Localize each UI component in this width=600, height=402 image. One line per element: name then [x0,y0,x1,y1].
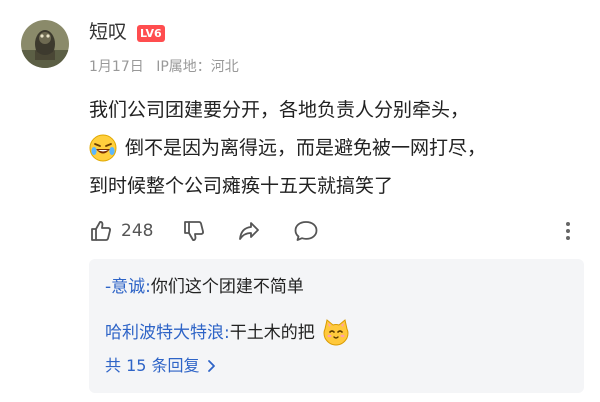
thumbs-down-icon [184,221,204,241]
view-all-replies-label: 共 15 条回复 [105,356,200,375]
action-bar: 248 [89,216,584,246]
avatar[interactable] [21,20,69,68]
more-options-button[interactable] [560,216,576,246]
reply-item[interactable]: 哈利波特大特浪: 干土木的把 [105,318,351,348]
laughing-crying-emoji-icon [89,134,117,162]
reply-text: 你们这个团建不简单 [150,277,304,297]
chevron-right-icon [207,360,215,372]
share-button[interactable] [237,216,261,246]
comment-bubble-icon [294,221,318,241]
ip-location: IP属地：河北 [156,59,239,75]
comment-date: 1月17日 [89,59,144,75]
share-icon [239,222,259,240]
reply-button[interactable] [293,216,319,246]
reply-item[interactable]: -意诚: 你们这个团建不简单 [105,275,304,299]
more-vertical-icon [566,222,570,240]
reply-author[interactable]: -意诚: [105,275,151,299]
level-badge: LV6 [137,25,165,42]
like-count: 248 [121,221,154,241]
cat-emoji-icon [323,319,349,346]
reply-preview-panel: -意诚: 你们这个团建不简单 哈利波特大特浪: 干土木的把 共 15 条回复 [89,259,584,393]
username[interactable]: 短叹 [89,20,127,44]
comment-meta: 1月17日 IP属地：河北 [89,58,247,76]
dislike-button[interactable] [182,216,206,246]
reply-author[interactable]: 哈利波特大特浪: [105,321,230,345]
body-line-text: 倒不是因为离得远，而是避免被一网打尽， [125,137,487,159]
body-line: 到时候整个公司瘫痪十五天就搞笑了 [89,175,394,197]
body-line: 我们公司团建要分开，各地负责人分别牵头， [89,99,470,121]
comment-card: 短叹 LV6 1月17日 IP属地：河北 我们公司团建要分开，各地负责人分别牵头… [0,0,600,402]
comment-body: 我们公司团建要分开，各地负责人分别牵头， 倒不是因为离得远，而是避免被一网打尽，… [89,91,589,205]
body-line-with-emoji: 倒不是因为离得远，而是避免被一网打尽， [89,129,589,167]
view-all-replies-link[interactable]: 共 15 条回复 [105,354,216,378]
reply-text: 干土木的把 [229,323,315,343]
like-button[interactable]: 248 [89,216,153,246]
thumbs-up-icon [91,221,111,241]
